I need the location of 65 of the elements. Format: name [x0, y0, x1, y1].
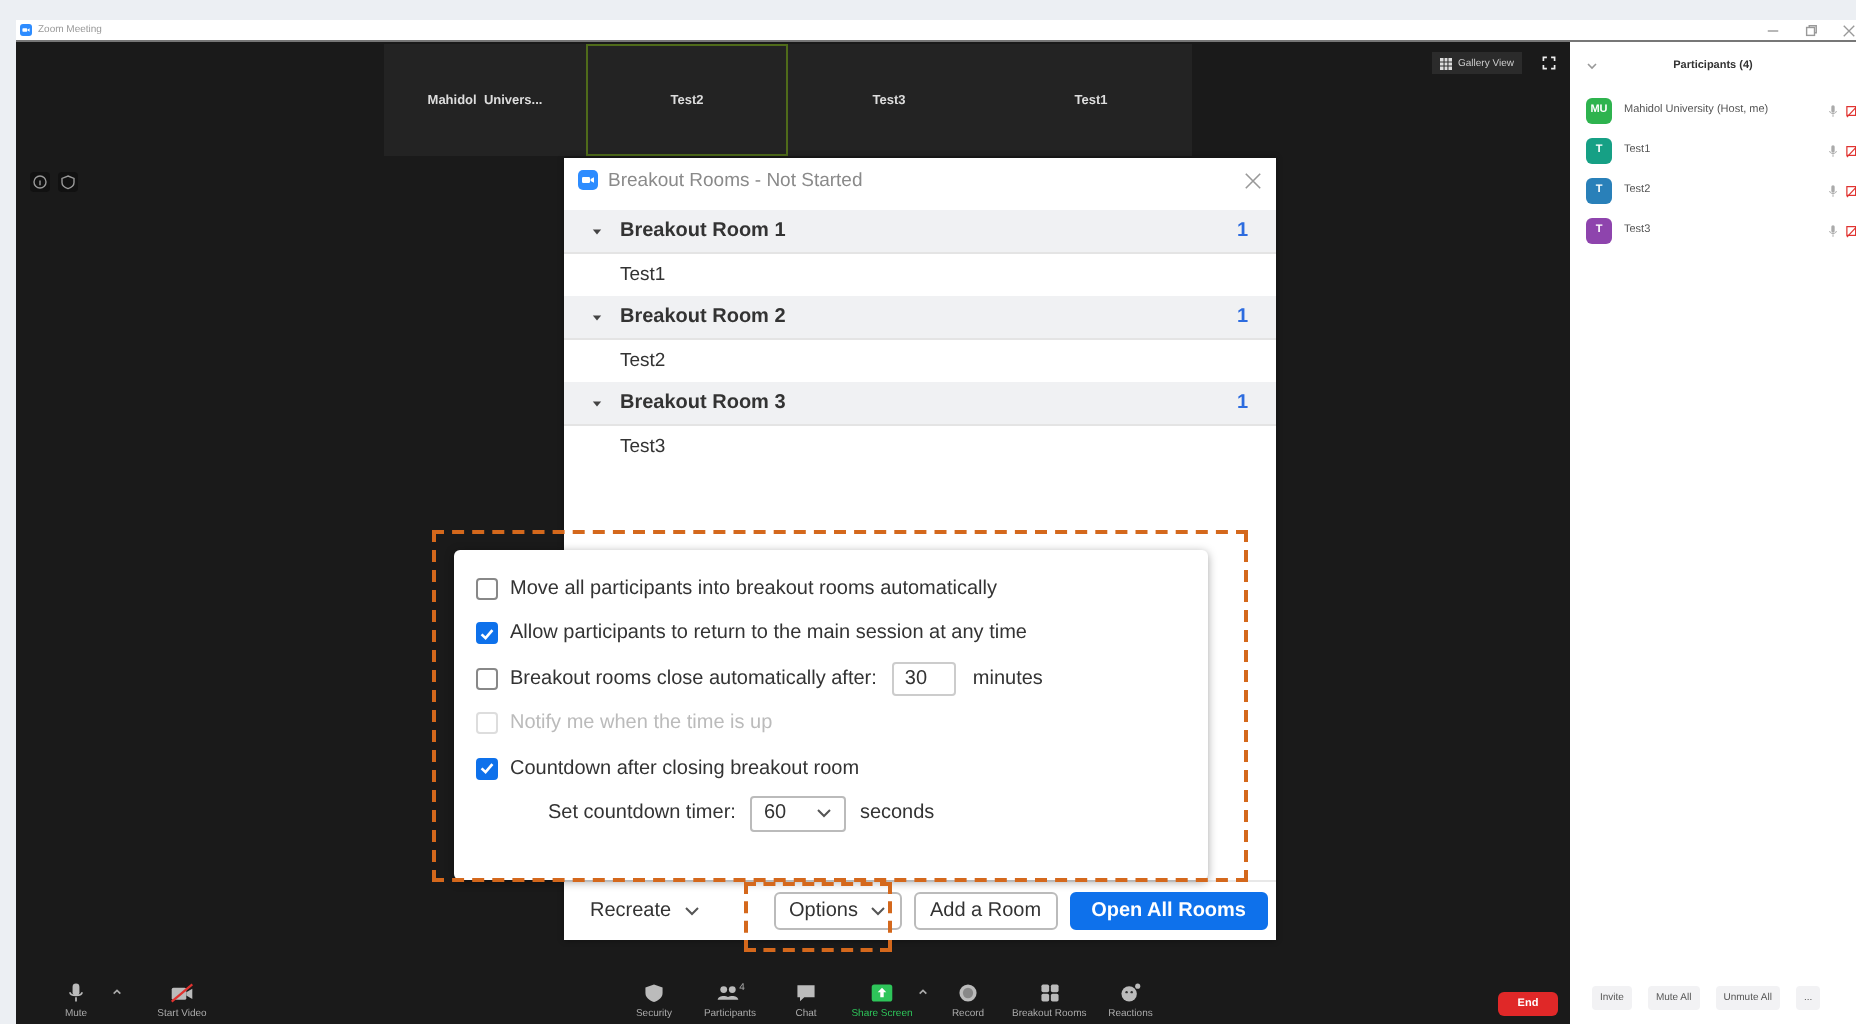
record-icon [956, 981, 980, 1003]
microphone-icon[interactable] [1828, 143, 1838, 157]
room-member[interactable]: Test2 [564, 340, 1276, 382]
unit-label: minutes [972, 667, 1043, 690]
room-member[interactable]: Test3 [564, 426, 1276, 468]
info-icon[interactable] [30, 172, 50, 192]
shield-icon [642, 981, 666, 1003]
caret-icon [815, 808, 832, 819]
camera-icon [578, 170, 598, 190]
checkbox[interactable] [476, 667, 498, 690]
minutes-field[interactable]: 30 [892, 661, 957, 696]
option-label: Move all participants into breakout rooms automatically [510, 577, 997, 600]
microphone-icon[interactable] [1828, 223, 1838, 237]
add-room-button[interactable]: Add a Room [913, 892, 1058, 930]
option-label: Breakout rooms close automatically after: [510, 667, 877, 690]
grid-icon [1440, 57, 1452, 69]
option-label: Notify me when the time is up [510, 712, 773, 735]
room-name: Breakout Room 1 [620, 220, 786, 242]
checkbox[interactable] [476, 622, 498, 645]
close-icon[interactable] [1244, 171, 1262, 189]
unit-label: seconds [859, 802, 935, 825]
video-off-icon[interactable] [1846, 103, 1856, 117]
people-icon [715, 981, 740, 1003]
countdown-dropdown[interactable]: 60 [749, 795, 846, 832]
options-button[interactable]: Options [773, 892, 902, 930]
chevron-icon[interactable] [1586, 62, 1598, 70]
caret-icon [683, 906, 700, 916]
close-icon[interactable] [1842, 23, 1856, 37]
grid-icon [1037, 981, 1062, 1003]
microphone-icon [64, 981, 88, 1003]
room-header[interactable]: Breakout Room 1 1 [564, 210, 1276, 254]
video-off-icon[interactable] [1846, 143, 1856, 157]
caret-icon[interactable] [918, 987, 928, 995]
video-off-icon[interactable] [1846, 183, 1856, 197]
shield-icon[interactable] [58, 172, 78, 192]
fullscreen-icon[interactable] [1542, 56, 1556, 70]
checkbox[interactable] [476, 577, 498, 600]
expand-triangle-icon[interactable] [592, 313, 602, 321]
room-header[interactable]: Breakout Room 3 1 [564, 382, 1276, 426]
room-header[interactable]: Breakout Room 2 1 [564, 296, 1276, 340]
room-count: 1 [1236, 392, 1248, 414]
expand-triangle-icon[interactable] [592, 399, 602, 407]
restore-icon[interactable] [1804, 23, 1818, 37]
option-label: Set countdown timer: [548, 802, 736, 825]
room-count: 1 [1236, 220, 1248, 242]
room-name: Breakout Room 2 [620, 306, 786, 328]
recreate-button[interactable]: Recreate [590, 900, 700, 922]
share-screen-icon [870, 981, 894, 1003]
option-label: Countdown after closing breakout room [510, 757, 860, 780]
microphone-icon[interactable] [1828, 183, 1838, 197]
expand-triangle-icon[interactable] [592, 227, 602, 235]
room-count: 1 [1236, 306, 1248, 328]
room-member[interactable]: Test1 [564, 254, 1276, 296]
room-name: Breakout Room 3 [620, 392, 786, 414]
caret-icon[interactable] [112, 987, 122, 995]
open-all-rooms-button[interactable]: Open All Rooms [1069, 892, 1268, 930]
caret-icon [869, 906, 886, 916]
video-off-icon [170, 981, 194, 1003]
checkbox[interactable] [476, 757, 498, 780]
dialog-title: Breakout Rooms - Not Started [608, 169, 863, 191]
chat-icon [794, 981, 818, 1003]
smiley-icon [1118, 981, 1143, 1003]
option-label: Allow participants to return to the main session at any time [510, 622, 1027, 645]
video-off-icon[interactable] [1846, 223, 1856, 237]
microphone-icon[interactable] [1828, 103, 1838, 117]
